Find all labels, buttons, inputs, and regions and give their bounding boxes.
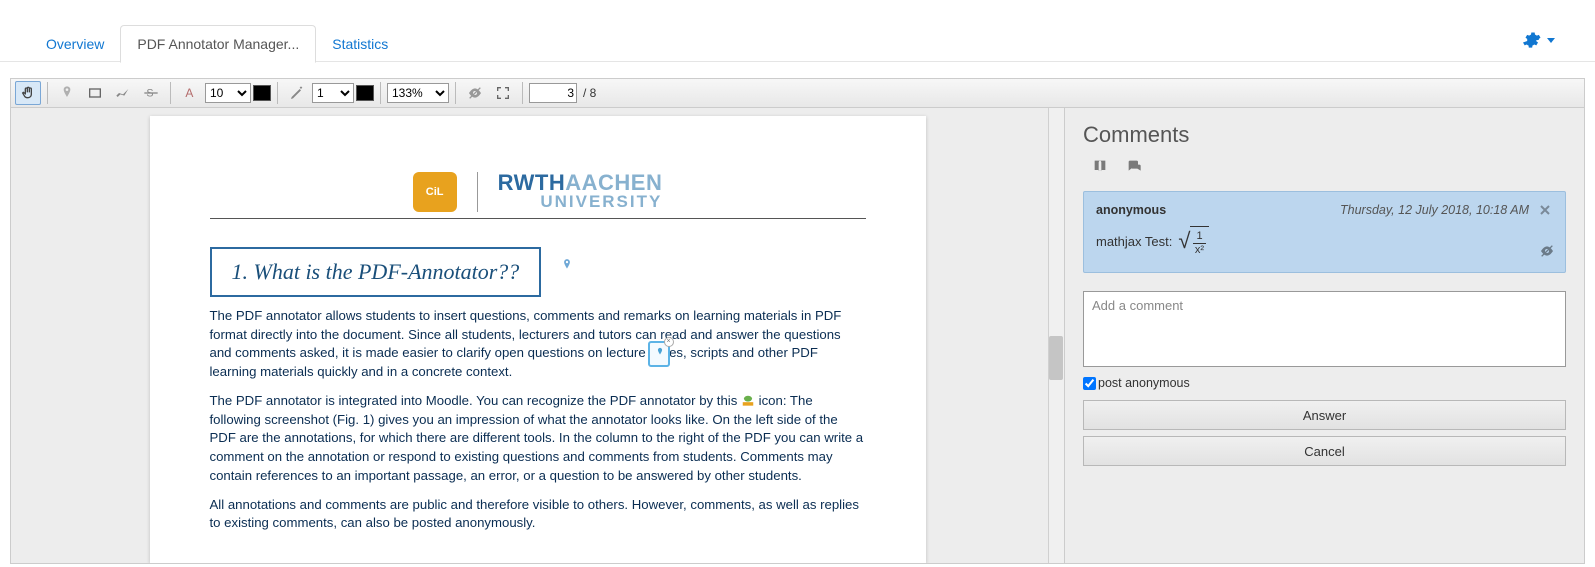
toolbar-separator xyxy=(455,82,456,104)
pin-annotation-icon[interactable] xyxy=(560,255,574,280)
paragraph-1: The PDF annotator allows students to ins… xyxy=(210,307,866,382)
cil-logo: CiL xyxy=(413,172,457,212)
toolbar-separator xyxy=(277,82,278,104)
gear-icon xyxy=(1521,30,1541,50)
post-anonymous-checkbox[interactable] xyxy=(1083,377,1096,390)
strikethrough-tool-button[interactable]: S xyxy=(138,81,164,105)
fullscreen-button[interactable] xyxy=(490,81,516,105)
answer-button[interactable]: Answer xyxy=(1083,400,1566,430)
zoom-select[interactable]: 133% xyxy=(387,83,449,103)
comments-panel: Comments anonymous Thursday, 12 July 201… xyxy=(1065,108,1585,564)
line-width-select[interactable]: 1 xyxy=(312,83,354,103)
paragraph-2: The PDF annotator is integrated into Moo… xyxy=(210,392,866,486)
page-number-input[interactable] xyxy=(529,83,577,103)
tab-annotator-manager[interactable]: PDF Annotator Manager... xyxy=(120,25,316,63)
toolbar-separator xyxy=(47,82,48,104)
pen-tool-button[interactable] xyxy=(284,81,310,105)
settings-menu[interactable] xyxy=(1521,30,1555,50)
pdf-annotator-inline-icon xyxy=(741,394,755,408)
page-total-label: / 8 xyxy=(579,86,596,100)
book-icon[interactable] xyxy=(1091,158,1109,179)
tab-statistics[interactable]: Statistics xyxy=(316,26,404,62)
rwth-univ: UNIVERSITY xyxy=(498,194,663,210)
rwth-logo: RWTHAACHEN UNIVERSITY xyxy=(498,173,663,210)
highlight-tool-button[interactable] xyxy=(110,81,136,105)
post-anonymous-row[interactable]: post anonymous xyxy=(1083,376,1566,390)
rectangle-tool-button[interactable] xyxy=(82,81,108,105)
comments-title: Comments xyxy=(1083,122,1566,148)
logo-divider xyxy=(477,172,478,212)
annotation-close-icon[interactable]: × xyxy=(664,337,674,347)
section-heading-annotation[interactable]: 1. What is the PDF-Annotator?? xyxy=(210,247,542,297)
chat-icon[interactable] xyxy=(1125,158,1143,179)
comment-author: anonymous xyxy=(1096,203,1166,217)
toolbar-separator xyxy=(380,82,381,104)
comment-timestamp: Thursday, 12 July 2018, 10:18 AM xyxy=(1340,203,1529,217)
math-formula: √ 1x² xyxy=(1178,226,1208,256)
cancel-button[interactable]: Cancel xyxy=(1083,436,1566,466)
close-icon[interactable] xyxy=(1537,202,1553,218)
caret-down-icon xyxy=(1547,38,1555,43)
comments-toolbar xyxy=(1083,154,1566,191)
comment-body: mathjax Test: √ 1x² xyxy=(1096,226,1553,256)
bookmark-annotation[interactable]: × xyxy=(648,341,670,367)
text-tool-button[interactable]: A xyxy=(177,81,203,105)
text-color-swatch[interactable] xyxy=(253,85,271,101)
tabs-row: Overview PDF Annotator Manager... Statis… xyxy=(0,0,1595,62)
hide-icon[interactable] xyxy=(1539,243,1555,264)
toolbar-separator xyxy=(170,82,171,104)
header-logo-row: CiL RWTHAACHEN UNIVERSITY xyxy=(210,172,866,219)
pdf-page: CiL RWTHAACHEN UNIVERSITY 1. What is the… xyxy=(150,116,926,563)
workspace: CiL RWTHAACHEN UNIVERSITY 1. What is the… xyxy=(10,108,1585,564)
paragraph-3: All annotations and comments are public … xyxy=(210,496,866,533)
document-scrollbar[interactable] xyxy=(1048,108,1064,563)
hand-tool-button[interactable] xyxy=(15,81,41,105)
comment-header: anonymous Thursday, 12 July 2018, 10:18 … xyxy=(1096,202,1553,218)
visibility-toggle-button[interactable] xyxy=(462,81,488,105)
annotation-pin-icon xyxy=(655,345,665,364)
line-color-swatch[interactable] xyxy=(356,85,374,101)
tab-overview[interactable]: Overview xyxy=(30,26,120,62)
scrollbar-thumb[interactable] xyxy=(1049,336,1063,380)
toolbar-separator xyxy=(522,82,523,104)
svg-text:A: A xyxy=(185,86,193,100)
post-anonymous-label: post anonymous xyxy=(1098,376,1190,390)
header-area: Overview PDF Annotator Manager... Statis… xyxy=(0,0,1595,62)
add-comment-textarea[interactable] xyxy=(1083,291,1566,367)
comment-item[interactable]: anonymous Thursday, 12 July 2018, 10:18 … xyxy=(1083,191,1566,273)
font-size-select[interactable]: 10 xyxy=(205,83,251,103)
pin-tool-button[interactable] xyxy=(54,81,80,105)
document-viewport[interactable]: CiL RWTHAACHEN UNIVERSITY 1. What is the… xyxy=(10,108,1065,564)
pdf-toolbar: S A 10 1 133% / 8 xyxy=(10,78,1585,108)
